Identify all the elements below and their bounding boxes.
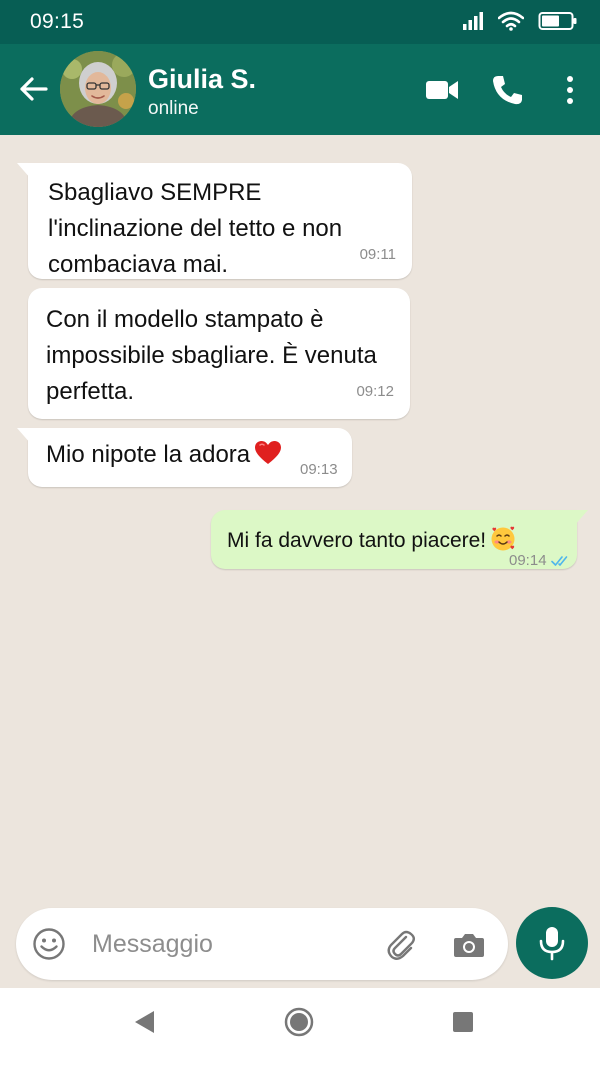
message-text: Sbagliavo SEMPRE l'inclinazione del tett… (48, 179, 343, 278)
signal-icon (463, 12, 483, 30)
more-vert-icon[interactable] (558, 74, 582, 106)
nav-back-icon[interactable] (132, 1009, 156, 1035)
message-input[interactable] (92, 924, 372, 964)
message-composer (16, 908, 508, 980)
status-bar: 09:15 (0, 0, 600, 44)
video-call-icon[interactable] (424, 74, 460, 106)
navigation-bar (0, 988, 600, 1066)
nav-home-icon[interactable] (284, 1007, 314, 1037)
nav-recents-icon[interactable] (453, 1012, 473, 1032)
wifi-icon (498, 11, 524, 31)
message-outgoing-1[interactable]: Mi fa davvero tanto piacere! 09:14 (211, 510, 588, 569)
emoji-icon[interactable] (32, 927, 66, 961)
status-time: 09:15 (30, 10, 85, 33)
camera-icon[interactable] (452, 928, 486, 962)
message-text: Mio nipote la adora (46, 441, 251, 468)
message-incoming-1[interactable]: Sbagliavo SEMPRE l'inclinazione del tett… (17, 163, 412, 279)
message-meta: 09:14 (509, 543, 571, 579)
chat-header: Giulia S. online (0, 44, 600, 135)
bubble-tail (17, 163, 31, 179)
contact-status: online (148, 98, 199, 119)
message-time: 09:11 (359, 246, 396, 263)
red-heart-emoji-icon (255, 441, 282, 464)
contact-name[interactable]: Giulia S. (148, 64, 256, 95)
message-text: Mi fa davvero tanto piacere! (227, 529, 487, 552)
bubble-tail (17, 428, 31, 444)
double-check-read-icon (550, 556, 567, 566)
avatar-image (60, 51, 136, 127)
message-time: 09:12 (356, 383, 394, 400)
chat-area[interactable]: Sbagliavo SEMPRE l'inclinazione del tett… (0, 135, 600, 905)
message-incoming-2[interactable]: Con il modello stampato è impossibile sb… (28, 288, 410, 419)
message-incoming-3[interactable]: Mio nipote la adora 09:13 (17, 428, 352, 487)
bubble-tail (574, 510, 588, 526)
message-text-line: Mio nipote la adora (46, 437, 334, 473)
status-icons (462, 11, 578, 31)
message-time: 09:13 (300, 461, 338, 478)
battery-icon (538, 12, 577, 30)
contact-avatar[interactable] (60, 51, 136, 127)
message-time: 09:14 (509, 552, 547, 569)
message-text: Con il modello stampato è impossibile sb… (46, 306, 377, 405)
back-arrow-icon[interactable] (16, 72, 50, 106)
phone-icon[interactable] (490, 74, 524, 106)
paperclip-icon[interactable] (384, 928, 418, 962)
mic-button[interactable] (516, 907, 588, 979)
mic-icon (539, 927, 565, 961)
